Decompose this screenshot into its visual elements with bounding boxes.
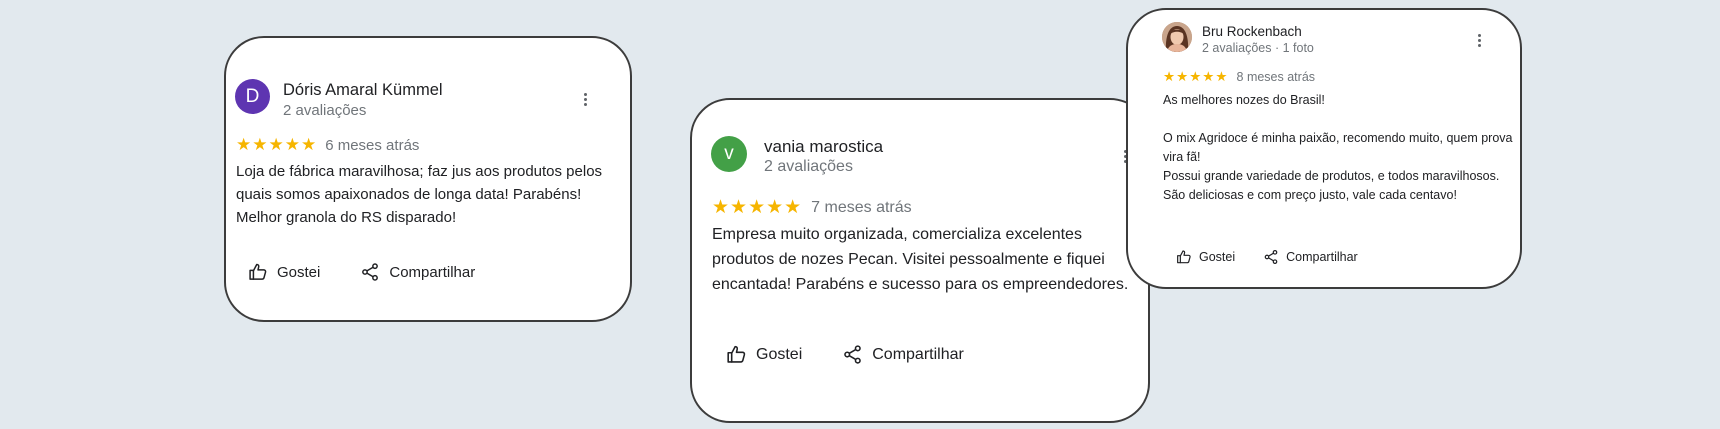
avatar[interactable]: v xyxy=(711,136,747,172)
share-button[interactable]: Compartilhar xyxy=(360,262,475,282)
reviewer-name[interactable]: vania marostica xyxy=(764,137,883,157)
avatar[interactable] xyxy=(1162,22,1192,52)
review-card: D Dóris Amaral Kümmel 2 avaliações ★★★★★… xyxy=(224,36,632,322)
star-rating: ★★★★★ xyxy=(1163,69,1229,84)
avatar[interactable]: D xyxy=(235,79,270,114)
star-rating: ★★★★★ xyxy=(712,197,803,218)
reviewer-name[interactable]: Bru Rockenbach xyxy=(1202,24,1302,39)
reviewer-meta: 2 avaliações xyxy=(764,158,853,175)
review-card: v vania marostica 2 avaliações ★★★★★ 7 m… xyxy=(690,98,1150,423)
share-icon xyxy=(362,263,379,281)
review-text: As melhores nozes do Brasil! O mix Agrid… xyxy=(1163,91,1515,205)
thumbs-up-icon xyxy=(727,345,746,363)
review-age: 8 meses atrás xyxy=(1236,70,1316,84)
review-actions: Gostei Compartilhar xyxy=(1176,249,1358,265)
review-actions: Gostei Compartilhar xyxy=(248,262,475,282)
rating-row: ★★★★★ 8 meses atrás xyxy=(1163,69,1315,85)
thumbs-up-icon xyxy=(1177,250,1191,264)
like-button[interactable]: Gostei xyxy=(248,262,320,282)
star-rating: ★★★★★ xyxy=(236,135,318,154)
share-button[interactable]: Compartilhar xyxy=(842,344,964,365)
reviewer-meta: 2 avaliações · 1 foto xyxy=(1202,41,1314,55)
review-actions: Gostei Compartilhar xyxy=(726,344,964,365)
more-options-icon[interactable] xyxy=(582,93,588,106)
rating-row: ★★★★★ 6 meses atrás xyxy=(236,135,419,155)
profile-photo-icon xyxy=(1162,22,1192,52)
share-label: Compartilhar xyxy=(1286,250,1358,264)
review-text: Loja de fábrica maravilhosa; faz jus aos… xyxy=(236,163,603,226)
rating-row: ★★★★★ 7 meses atrás xyxy=(712,196,912,219)
thumbs-up-icon xyxy=(249,263,267,280)
review-age: 7 meses atrás xyxy=(811,198,912,216)
review-age: 6 meses atrás xyxy=(325,136,420,154)
share-icon xyxy=(844,345,862,364)
review-paragraph: As melhores nozes do Brasil! xyxy=(1163,93,1325,107)
like-button[interactable]: Gostei xyxy=(1176,249,1235,265)
like-button[interactable]: Gostei xyxy=(726,344,802,365)
review-paragraph: O mix Agridoce é minha paixão, recomendo… xyxy=(1163,131,1513,202)
review-card: Bru Rockenbach 2 avaliações · 1 foto ★★★… xyxy=(1126,8,1522,289)
like-label: Gostei xyxy=(277,263,321,281)
reviewer-name[interactable]: Dóris Amaral Kümmel xyxy=(283,81,443,100)
like-label: Gostei xyxy=(756,345,803,363)
reviewer-meta: 2 avaliações xyxy=(283,102,367,119)
share-icon xyxy=(1264,250,1278,264)
review-text: Empresa muito organizada, comercializa e… xyxy=(712,226,1129,293)
share-label: Compartilhar xyxy=(872,345,964,363)
share-button[interactable]: Compartilhar xyxy=(1263,249,1358,265)
share-label: Compartilhar xyxy=(389,263,476,281)
like-label: Gostei xyxy=(1199,250,1236,264)
more-options-icon[interactable] xyxy=(1476,34,1482,47)
